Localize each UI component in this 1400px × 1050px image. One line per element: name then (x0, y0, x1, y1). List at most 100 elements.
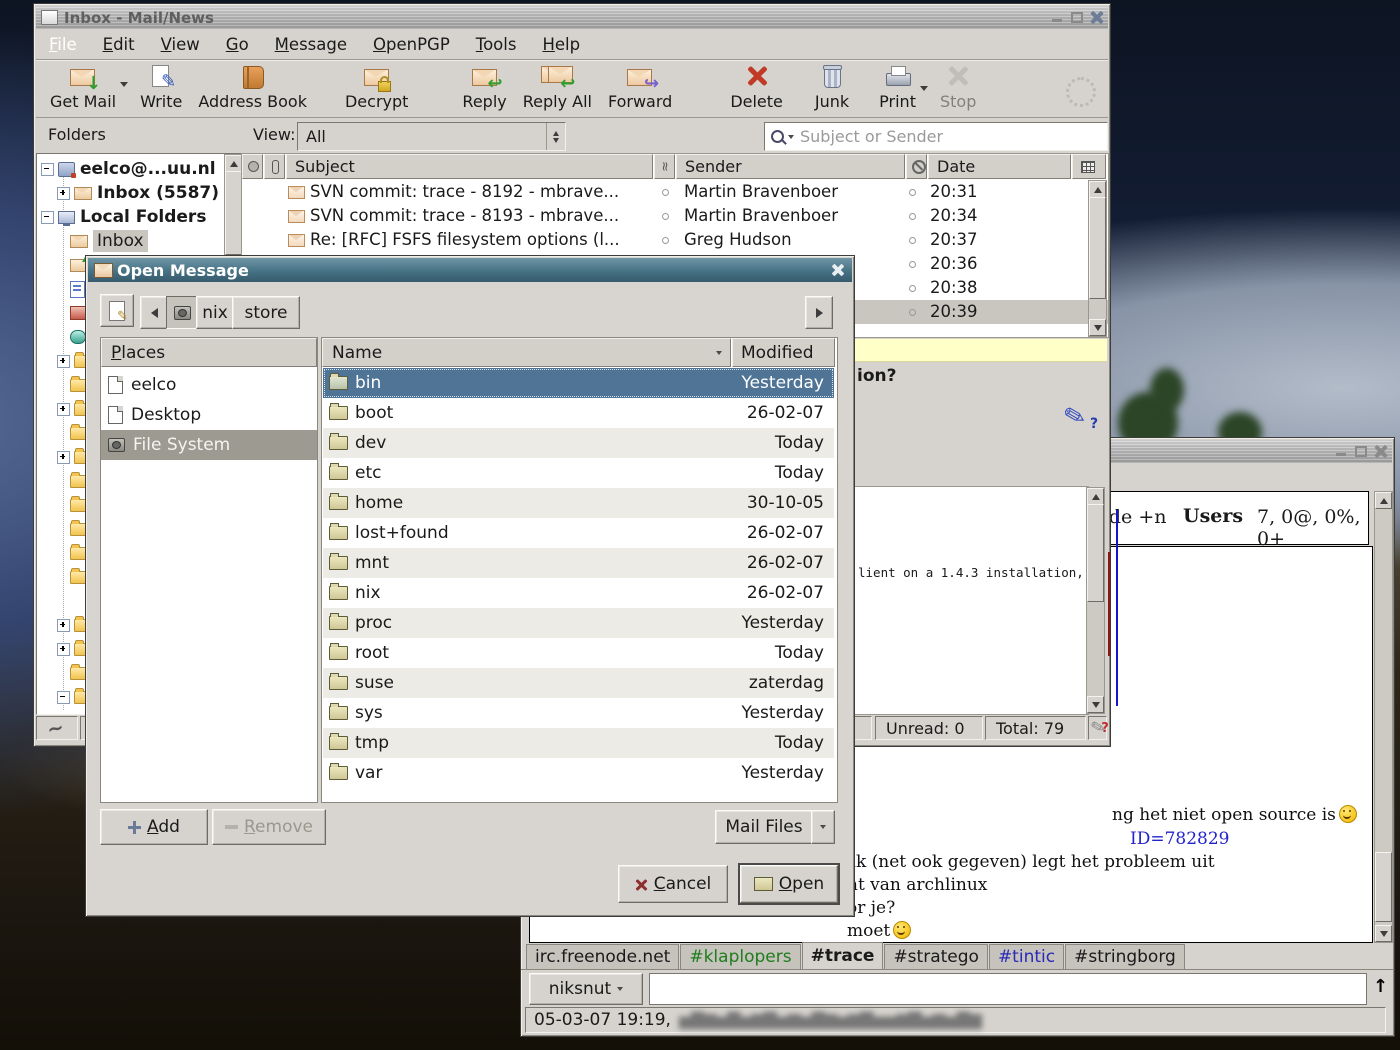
place-file-system[interactable]: File System (101, 430, 317, 460)
message-row[interactable]: SVN commit: trace - 8193 - mbrave... Mar… (242, 204, 1108, 228)
expand-icon[interactable] (57, 619, 70, 632)
junk-dot-icon[interactable] (909, 309, 916, 316)
address-book-button[interactable]: Address Book (190, 60, 315, 115)
scroll-up-icon[interactable] (225, 155, 242, 172)
thread-column-header[interactable]: ≈ (654, 154, 675, 179)
junk-dot-icon[interactable] (909, 261, 916, 268)
collapse-icon[interactable] (41, 163, 54, 176)
expand-icon[interactable] (57, 403, 70, 416)
maximize-icon[interactable] (1353, 444, 1368, 459)
tab-server[interactable]: irc.freenode.net (526, 944, 679, 969)
file-row[interactable]: sysYesterday (323, 698, 834, 728)
file-row[interactable]: rootToday (323, 638, 834, 668)
file-row[interactable]: home30-10-05 (323, 488, 834, 518)
minimize-icon[interactable] (1049, 10, 1064, 25)
list-scrollbar[interactable] (1088, 180, 1107, 337)
expand-icon[interactable] (57, 451, 70, 464)
decrypt-button[interactable]: Decrypt (337, 60, 416, 115)
view-filter-combo[interactable]: All (297, 122, 566, 151)
menu-openpgp[interactable]: OpenPGP (360, 35, 463, 54)
close-icon[interactable] (1089, 10, 1104, 25)
flag-column-header[interactable] (242, 154, 263, 179)
junk-dot-icon[interactable] (909, 189, 916, 196)
file-row-bin[interactable]: binYesterday (323, 368, 834, 398)
path-back-button[interactable] (140, 296, 168, 329)
places-header[interactable]: Places (101, 338, 317, 367)
body-scrollbar[interactable] (1086, 487, 1105, 714)
file-row[interactable]: mnt26-02-07 (323, 548, 834, 578)
read-dot-icon[interactable] (662, 189, 669, 196)
file-row[interactable]: devToday (323, 428, 834, 458)
print-button[interactable]: Print (871, 60, 924, 115)
menu-tools[interactable]: Tools (463, 35, 530, 54)
menu-view[interactable]: View (148, 35, 213, 54)
attachment-column-header[interactable] (264, 154, 285, 179)
menu-help[interactable]: Help (529, 35, 593, 54)
scroll-down-icon[interactable] (1089, 319, 1106, 336)
tab-klaplopers[interactable]: #klaplopers (680, 944, 800, 969)
name-column-header[interactable]: Name (322, 338, 731, 367)
write-button[interactable]: ✎ Write (132, 60, 190, 115)
file-row[interactable]: boot26-02-07 (323, 398, 834, 428)
irc-message-input[interactable] (649, 973, 1367, 1005)
place-desktop[interactable]: Desktop (101, 400, 317, 430)
file-row[interactable]: nix26-02-07 (323, 578, 834, 608)
get-mail-button[interactable]: ↓ Get Mail (42, 60, 124, 115)
filter-combo-arrow[interactable] (811, 810, 835, 844)
delete-button[interactable]: Delete (722, 60, 791, 115)
chat-link[interactable]: ID=782829 (1130, 829, 1230, 849)
scrollbar-thumb[interactable] (1089, 197, 1106, 299)
type-filename-button[interactable] (100, 294, 134, 327)
scroll-up-icon[interactable] (1375, 492, 1392, 509)
tree-item[interactable] (70, 325, 86, 349)
expand-icon[interactable] (57, 355, 70, 368)
tree-local-folders[interactable]: Local Folders (41, 205, 206, 229)
file-row[interactable]: susezaterdag (323, 668, 834, 698)
mail-titlebar[interactable]: Inbox - Mail/News (36, 6, 1108, 29)
read-dot-icon[interactable] (662, 237, 669, 244)
tree-inbox-local[interactable]: Inbox (70, 229, 148, 253)
menu-go[interactable]: Go (213, 35, 262, 54)
column-picker[interactable] (1072, 154, 1106, 179)
chevron-down-icon[interactable] (120, 82, 128, 87)
path-nix-button[interactable]: nix (196, 296, 234, 329)
dialog-titlebar[interactable]: Open Message (88, 258, 852, 282)
irc-scrollbar[interactable] (1374, 491, 1393, 943)
menu-message[interactable]: Message (262, 35, 360, 54)
chevron-down-icon[interactable] (920, 86, 928, 91)
add-button[interactable]: Add (100, 809, 208, 845)
collapse-icon[interactable] (57, 691, 70, 704)
junk-dot-icon[interactable] (909, 285, 916, 292)
junk-dot-icon[interactable] (909, 237, 916, 244)
junk-button[interactable]: Junk (807, 60, 857, 115)
tree-item[interactable] (70, 277, 85, 301)
file-list-panel[interactable]: Name Modified binYesterday boot26-02-07 … (321, 337, 838, 803)
tree-account[interactable]: eelco@...uu.nl (41, 157, 216, 181)
file-row[interactable]: tmpToday (323, 728, 834, 758)
tab-trace[interactable]: #trace (802, 942, 884, 969)
spinner-icon[interactable] (546, 123, 565, 150)
path-store-button[interactable]: store (232, 296, 300, 329)
forward-button[interactable]: ↪ Forward (600, 60, 680, 115)
places-panel[interactable]: Places eelco Desktop File System (100, 337, 318, 803)
scrollbar-thumb[interactable] (1375, 852, 1392, 922)
send-up-icon[interactable]: ↑ (1373, 976, 1388, 997)
scroll-down-icon[interactable] (1375, 925, 1392, 942)
reply-button[interactable]: ↩ Reply (454, 60, 514, 115)
nick-button[interactable]: niksnut (529, 973, 643, 1005)
tree-inbox-remote[interactable]: Inbox (5587) (57, 181, 219, 205)
tree-item[interactable] (70, 301, 86, 325)
junk-dot-icon[interactable] (909, 213, 916, 220)
maximize-icon[interactable] (1069, 10, 1084, 25)
path-forward-button[interactable] (805, 296, 833, 329)
menu-edit[interactable]: Edit (90, 35, 148, 54)
search-input[interactable] (798, 126, 1107, 147)
scroll-down-icon[interactable] (1087, 696, 1104, 713)
scrollbar-thumb[interactable] (1087, 504, 1104, 602)
file-row[interactable]: lost+found26-02-07 (323, 518, 834, 548)
reply-all-button[interactable]: ↩ Reply All (515, 60, 600, 115)
collapse-icon[interactable] (41, 211, 54, 224)
expand-icon[interactable] (57, 643, 70, 656)
subject-column-header[interactable]: Subject (286, 154, 653, 179)
tab-stratego[interactable]: #stratego (884, 944, 988, 969)
